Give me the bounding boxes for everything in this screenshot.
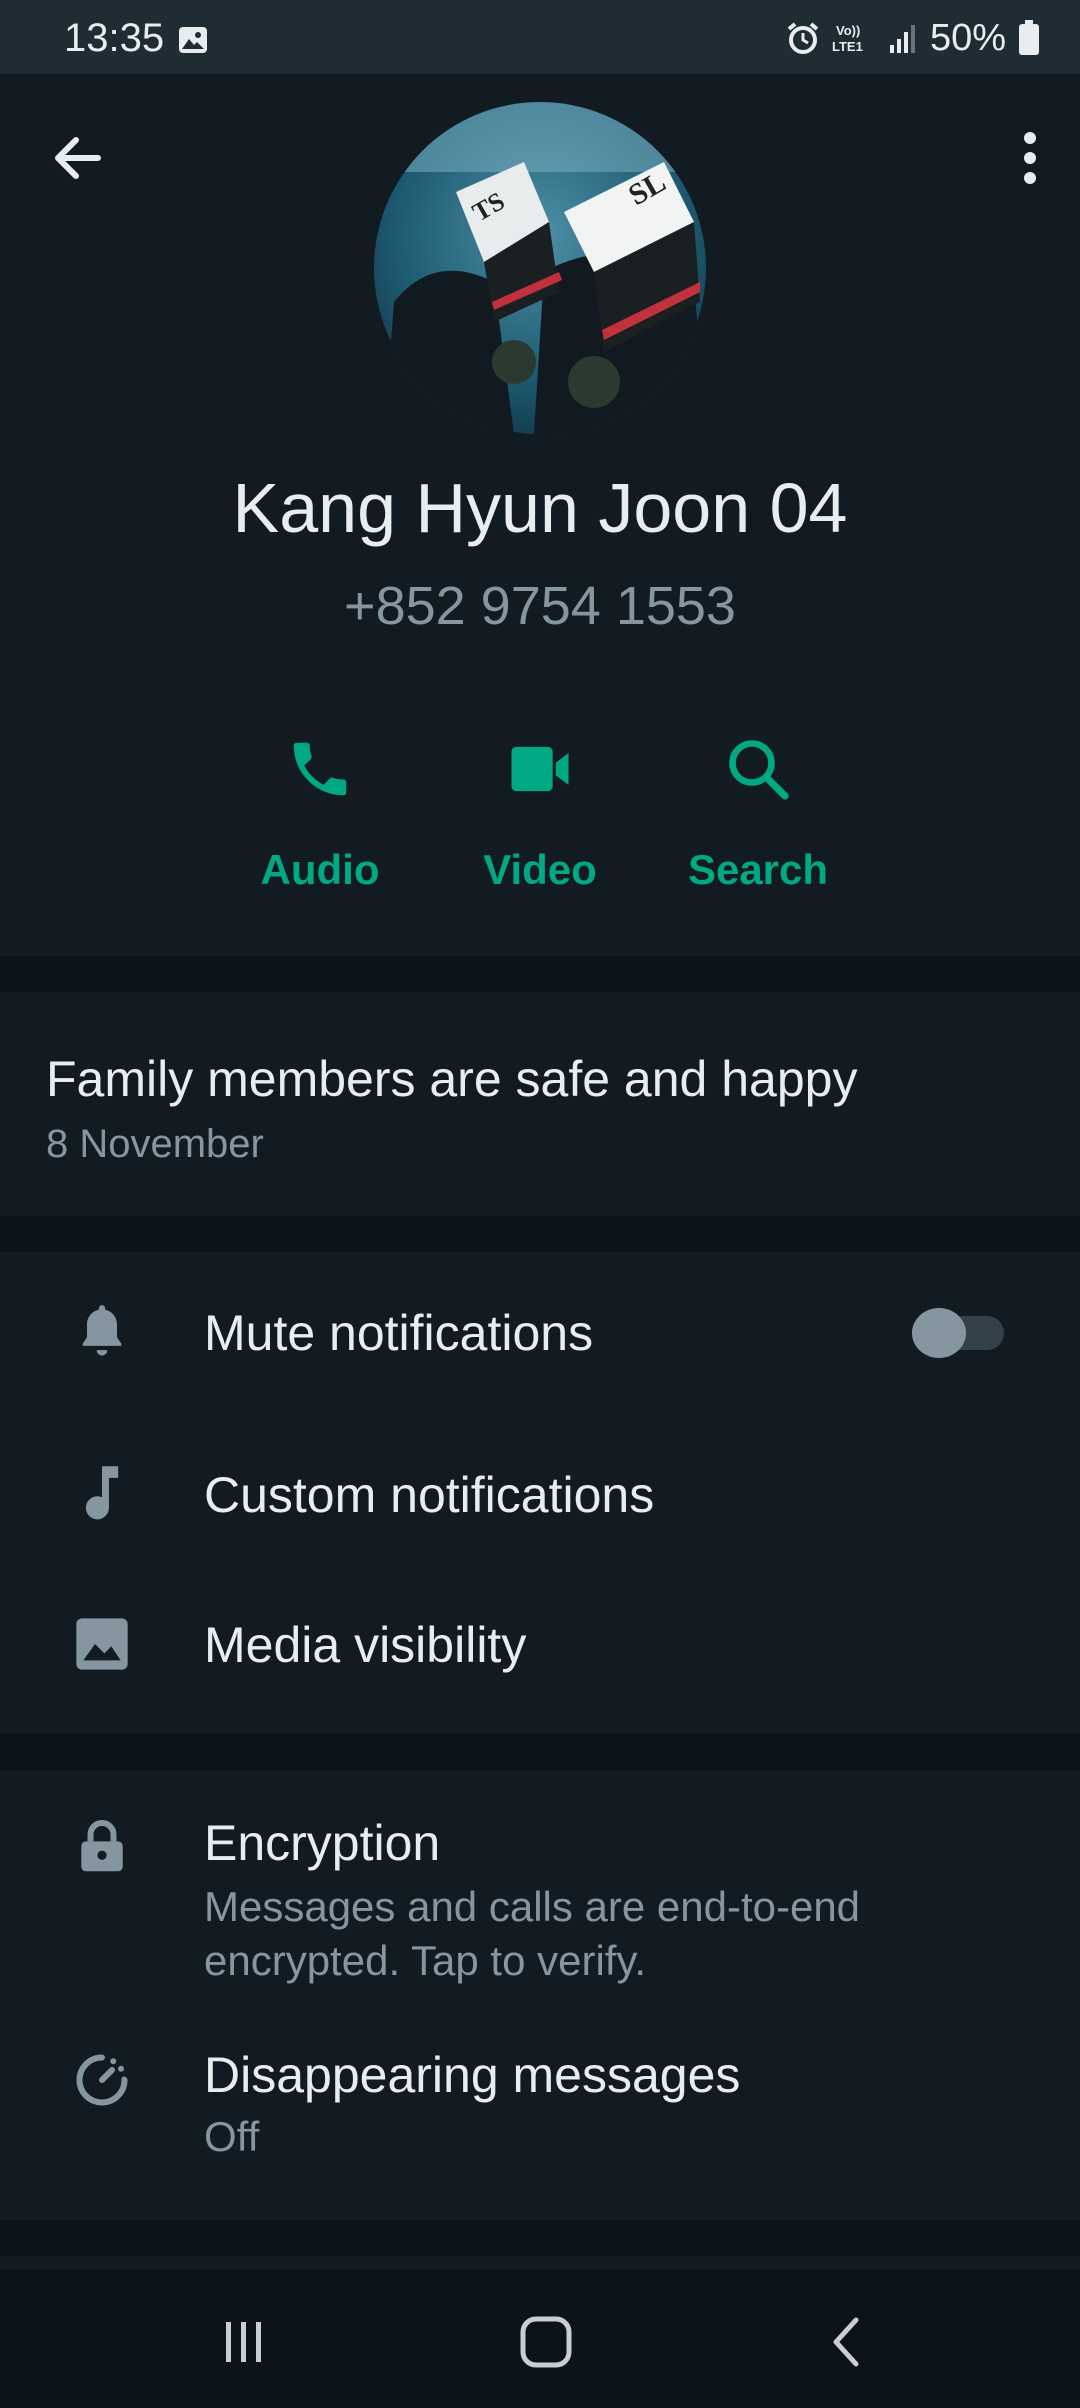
- video-icon: [511, 746, 569, 792]
- chevron-left-icon: [833, 2317, 859, 2367]
- custom-notifications-row[interactable]: Custom notifications: [0, 1414, 1080, 1574]
- audio-call-button[interactable]: Audio: [220, 714, 420, 894]
- status-icons: Vo)) LTE1 50%: [786, 14, 1040, 62]
- home-icon: [520, 2316, 572, 2368]
- next-card-edge: [0, 2256, 1080, 2270]
- encryption-subtitle: Messages and calls are end-to-end encryp…: [204, 1883, 861, 1984]
- video-label: Video: [483, 846, 597, 893]
- disappearing-messages-row[interactable]: Disappearing messages Off: [0, 2000, 1080, 2220]
- about-card[interactable]: Family members are safe and happy 8 Nove…: [0, 992, 1080, 1216]
- more-options-button[interactable]: [998, 126, 1062, 190]
- about-text: Family members are safe and happy: [46, 1051, 858, 1107]
- about-date: 8 November: [46, 1122, 264, 1166]
- svg-text:Vo)): Vo)): [836, 23, 860, 38]
- encryption-label: Encryption: [204, 1815, 441, 1871]
- media-visibility-row[interactable]: Media visibility: [0, 1574, 1080, 1734]
- audio-label: Audio: [260, 846, 380, 893]
- arrow-back-icon: [55, 137, 101, 179]
- system-nav-bar: [0, 2270, 1080, 2408]
- back-button[interactable]: [46, 126, 110, 190]
- search-button[interactable]: Search: [658, 714, 858, 894]
- avatar[interactable]: TS SL: [374, 102, 706, 434]
- settings-card: Mute notifications Custom notifications …: [0, 1252, 1080, 1734]
- privacy-card: Encryption Messages and calls are end-to…: [0, 1770, 1080, 2220]
- action-buttons: Audio Video Search: [0, 714, 1080, 914]
- disappearing-messages-status: Off: [204, 2113, 260, 2160]
- battery-icon: [1019, 20, 1039, 55]
- encryption-row[interactable]: Encryption Messages and calls are end-to…: [0, 1770, 1080, 2000]
- lock-icon: [66, 1810, 138, 1882]
- avatar-image: TS SL: [374, 102, 706, 434]
- search-label: Search: [687, 846, 829, 893]
- alarm-icon: [787, 22, 819, 54]
- gallery-icon: [179, 27, 207, 53]
- profile-section: TS SL Kang Hyun Joon 04 +852 9754 1553 A…: [0, 74, 1080, 956]
- mute-notifications-label: Mute notifications: [204, 1305, 594, 1361]
- mute-notifications-row[interactable]: Mute notifications: [0, 1252, 1080, 1414]
- recent-apps-icon: [226, 2322, 261, 2362]
- status-bar: 13:35 Vo)) LTE1 50%: [0, 0, 1080, 74]
- search-icon: [729, 740, 789, 800]
- status-time: 13:35: [64, 16, 165, 60]
- contact-name: Kang Hyun Joon 04: [232, 469, 848, 547]
- home-button[interactable]: [506, 2302, 586, 2382]
- mute-toggle[interactable]: [912, 1308, 1004, 1358]
- battery-percent: 50%: [929, 16, 1006, 59]
- back-nav-button[interactable]: [808, 2302, 888, 2382]
- bell-icon: [66, 1297, 138, 1369]
- more-vert-icon: [1024, 132, 1036, 184]
- video-call-button[interactable]: Video: [440, 714, 640, 894]
- phone-icon: [293, 742, 347, 796]
- image-icon: [66, 1608, 138, 1680]
- timer-icon: [66, 2044, 138, 2116]
- music-note-icon: [66, 1458, 138, 1530]
- svg-text:LTE1: LTE1: [832, 39, 863, 54]
- contact-phone: +852 9754 1553: [344, 576, 736, 636]
- media-visibility-label: Media visibility: [204, 1617, 527, 1673]
- signal-icon: [889, 25, 915, 53]
- disappearing-messages-label: Disappearing messages: [204, 2047, 741, 2103]
- volte-icon: Vo)) LTE1: [832, 23, 863, 54]
- recent-apps-button[interactable]: [204, 2302, 284, 2382]
- custom-notifications-label: Custom notifications: [204, 1467, 655, 1523]
